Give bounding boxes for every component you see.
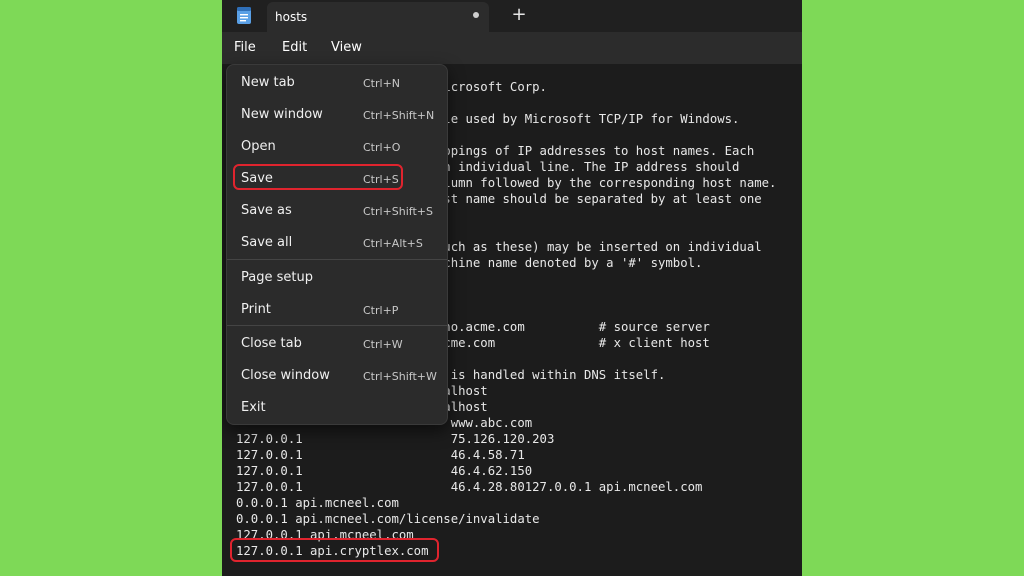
menu-item-label: New tab <box>241 75 295 90</box>
menu-item-save-all[interactable]: Save all Ctrl+Alt+S <box>227 228 447 258</box>
menu-item-label: Save all <box>241 235 293 250</box>
menu-item-shortcut: Ctrl+P <box>363 304 399 317</box>
menu-item-label: Print <box>241 302 271 317</box>
menu-item-label: Close tab <box>241 336 302 351</box>
menu-view[interactable]: View <box>331 40 362 55</box>
menu-item-shortcut: Ctrl+N <box>363 77 401 90</box>
cryptlex-line-highlight-box <box>230 538 439 562</box>
menu-item-label: Page setup <box>241 270 313 285</box>
editor-line: 0.0.0.1 api.mcneel.com/license/invalidat… <box>236 512 540 526</box>
menu-item-label: Exit <box>241 400 266 415</box>
menu-item-close-window[interactable]: Close window Ctrl+Shift+W <box>227 361 447 391</box>
menu-file[interactable]: File <box>234 40 256 55</box>
menu-item-new-tab[interactable]: New tab Ctrl+N <box>227 68 447 98</box>
menu-item-shortcut: Ctrl+Shift+S <box>363 205 433 218</box>
menu-item-new-window[interactable]: New window Ctrl+Shift+N <box>227 100 447 130</box>
menu-item-label: New window <box>241 107 323 122</box>
menu-item-label: Close window <box>241 368 330 383</box>
menu-separator <box>227 259 447 260</box>
menu-bar: File Edit View <box>222 32 802 64</box>
menu-item-shortcut: Ctrl+Alt+S <box>363 237 423 250</box>
notepad-window: hosts + File Edit View icrosoft Corp. le… <box>222 0 802 576</box>
editor-line: 127.0.0.1 46.4.58.71 <box>236 448 525 462</box>
editor-line: 0.0.0.1 api.mcneel.com <box>236 496 399 510</box>
menu-separator <box>227 325 447 326</box>
menu-item-shortcut: Ctrl+Shift+N <box>363 109 435 122</box>
menu-item-label: Save as <box>241 203 292 218</box>
menu-item-shortcut: Ctrl+W <box>363 338 403 351</box>
file-menu-dropdown: New tab Ctrl+N New window Ctrl+Shift+N O… <box>226 64 448 425</box>
editor-line: 127.0.0.1 46.4.62.150 <box>236 464 533 478</box>
menu-edit[interactable]: Edit <box>282 40 307 55</box>
new-tab-button[interactable]: + <box>508 4 530 25</box>
menu-item-open[interactable]: Open Ctrl+O <box>227 132 447 162</box>
tab-hosts[interactable]: hosts <box>267 2 489 32</box>
menu-item-page-setup[interactable]: Page setup <box>227 263 447 293</box>
menu-item-save-as[interactable]: Save as Ctrl+Shift+S <box>227 196 447 226</box>
tab-title: hosts <box>275 10 308 24</box>
menu-item-print[interactable]: Print Ctrl+P <box>227 295 447 325</box>
notepad-icon <box>237 7 251 24</box>
editor-line: 127.0.0.1 75.126.120.203 <box>236 432 555 446</box>
save-highlight-box <box>233 164 403 190</box>
menu-item-exit[interactable]: Exit <box>227 393 447 423</box>
title-bar: hosts + <box>222 0 802 32</box>
menu-item-shortcut: Ctrl+O <box>363 141 401 154</box>
tab-modified-dot-icon[interactable] <box>473 12 479 18</box>
menu-item-close-tab[interactable]: Close tab Ctrl+W <box>227 329 447 359</box>
menu-item-label: Open <box>241 139 276 154</box>
menu-item-shortcut: Ctrl+Shift+W <box>363 370 437 383</box>
editor-line: 127.0.0.1 46.4.28.80127.0.0.1 api.mcneel… <box>236 480 703 494</box>
